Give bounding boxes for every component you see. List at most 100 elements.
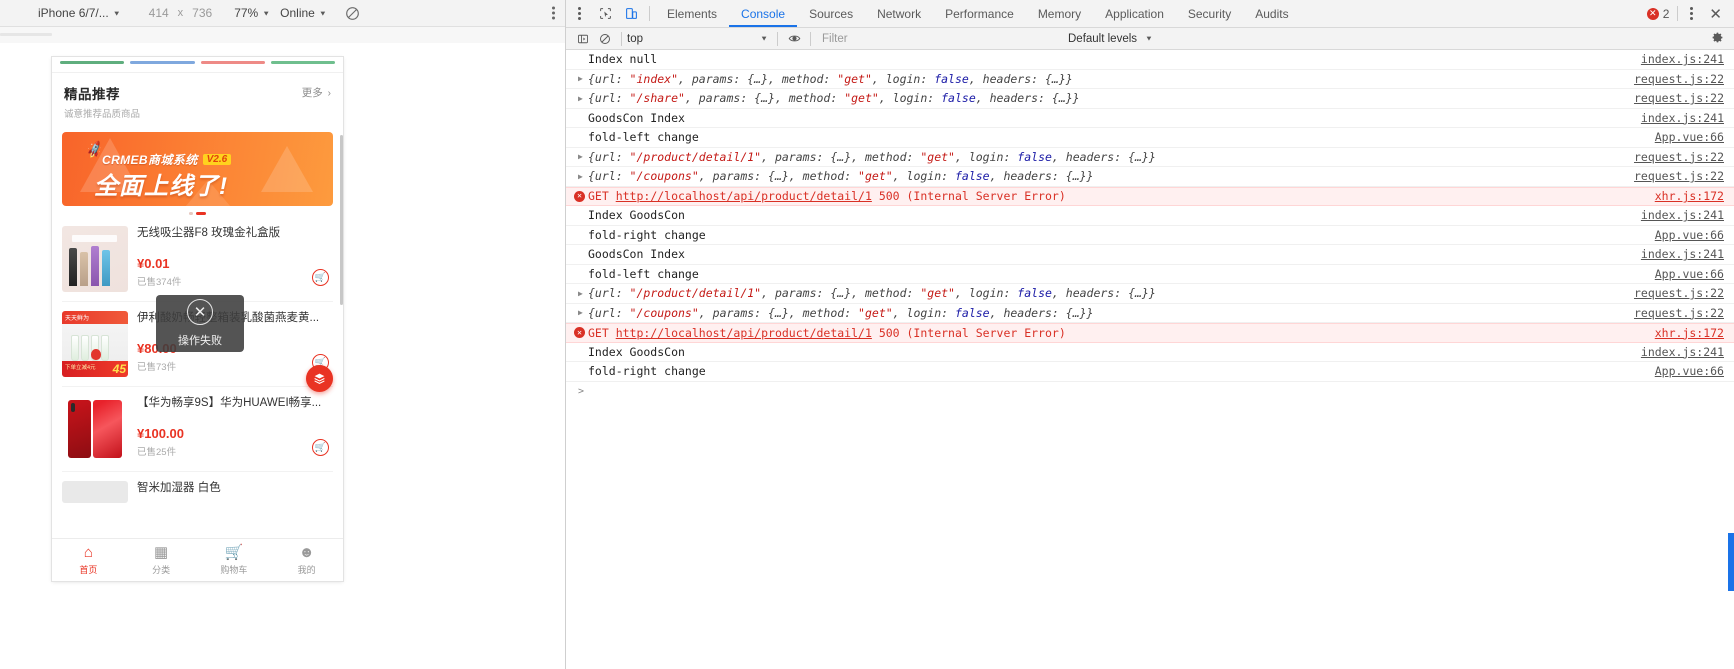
- tab-sources[interactable]: Sources: [797, 0, 865, 27]
- expand-arrow-icon[interactable]: ▶: [578, 289, 585, 298]
- error-count-badge[interactable]: ✕ 2: [1646, 7, 1669, 21]
- network-throttle-selector[interactable]: Online ▼: [280, 6, 327, 20]
- tab-elements[interactable]: Elements: [655, 0, 729, 27]
- source-link[interactable]: request.js:22: [1634, 306, 1734, 320]
- expand-arrow-icon[interactable]: ▶: [578, 74, 585, 83]
- viewport-height-input[interactable]: 736: [192, 6, 212, 20]
- source-link[interactable]: xhr.js:172: [1655, 189, 1734, 203]
- tab-performance[interactable]: Performance: [933, 0, 1026, 27]
- tab-cart[interactable]: 🛒 购物车: [198, 539, 271, 581]
- expand-arrow-icon[interactable]: ▶: [578, 94, 585, 103]
- carousel-dots[interactable]: [52, 206, 343, 217]
- table-row[interactable]: 无线吸尘器F8 玫瑰金礼盒版 ¥0.01 已售374件 🛒: [62, 217, 333, 302]
- tab-category[interactable]: ▦ 分类: [125, 539, 198, 581]
- no-throttling-icon[interactable]: [345, 6, 360, 21]
- toast-message: ✕ 操作失败: [156, 295, 244, 352]
- table-row[interactable]: 【华为畅享9S】华为HUAWEI畅享... ¥100.00 已售25件 🛒: [62, 387, 333, 472]
- console-log-row[interactable]: fold-right change App.vue:66: [566, 362, 1734, 382]
- source-link[interactable]: request.js:22: [1634, 286, 1734, 300]
- log-levels-selector[interactable]: Default levels ▼: [1068, 33, 1153, 45]
- source-link[interactable]: App.vue:66: [1655, 228, 1734, 242]
- devtools-main-menu-icon[interactable]: [566, 0, 592, 27]
- zoom-selector[interactable]: 77% ▼: [234, 6, 270, 20]
- console-log-row[interactable]: Index GoodsCon index.js:241: [566, 343, 1734, 362]
- console-log-row[interactable]: fold-left change App.vue:66: [566, 265, 1734, 284]
- expand-arrow-icon[interactable]: ▶: [578, 152, 585, 161]
- banner-headline: 全面上线了!: [94, 173, 228, 200]
- expand-arrow-icon[interactable]: ▶: [578, 172, 585, 181]
- clear-console-icon[interactable]: [594, 29, 616, 49]
- more-link[interactable]: 更多 ›: [302, 85, 331, 100]
- console-log-row[interactable]: fold-left change App.vue:66: [566, 128, 1734, 148]
- tab-home[interactable]: ⌂ 首页: [52, 539, 125, 581]
- tab-audits[interactable]: Audits: [1243, 0, 1300, 27]
- console-log-list[interactable]: Index null index.js:241 ▶ {url: "index", pa…: [566, 50, 1734, 669]
- console-log-row[interactable]: Index GoodsCon index.js:241: [566, 206, 1734, 226]
- source-link[interactable]: index.js:241: [1641, 247, 1734, 261]
- tab-profile-label: 我的: [297, 564, 316, 575]
- tab-network[interactable]: Network: [865, 0, 933, 27]
- execution-context-value: top: [627, 32, 643, 45]
- devtools-more-icon[interactable]: [1686, 7, 1697, 20]
- console-log-row[interactable]: ▶ {url: "/coupons", params: {…}, method: …: [566, 167, 1734, 187]
- tab-application[interactable]: Application: [1093, 0, 1176, 27]
- console-log-row[interactable]: Index null index.js:241: [566, 50, 1734, 70]
- table-row[interactable]: 智米加湿器 白色: [62, 472, 333, 512]
- console-log-row[interactable]: ▶ {url: "/product/detail/1", params: {…},…: [566, 284, 1734, 304]
- console-log-row[interactable]: GoodsCon Index index.js:241: [566, 109, 1734, 128]
- device-toolbar-icon[interactable]: [618, 0, 644, 27]
- source-link[interactable]: index.js:241: [1641, 111, 1734, 125]
- source-link[interactable]: index.js:241: [1641, 52, 1734, 66]
- device-selector[interactable]: iPhone 6/7/... ▼: [38, 6, 121, 20]
- console-log-row[interactable]: ▶ {url: "/share", params: {…}, method: "g…: [566, 89, 1734, 109]
- live-expression-icon[interactable]: [783, 29, 805, 49]
- promo-banner[interactable]: 🚀 CRMEB商城系统 V2.6 全面上线了!: [62, 132, 333, 206]
- tab-memory[interactable]: Memory: [1026, 0, 1093, 27]
- console-text-message: fold-left change: [588, 266, 699, 281]
- console-log-row[interactable]: ▶ {url: "/product/detail/1", params: {…},…: [566, 148, 1734, 167]
- source-link[interactable]: request.js:22: [1634, 150, 1734, 164]
- console-object-message: {url: "/coupons", params: {…}, method: "…: [588, 305, 1094, 320]
- console-sidebar-icon[interactable]: [572, 29, 594, 49]
- console-object-message: {url: "/product/detail/1", params: {…}, …: [588, 149, 1156, 164]
- devtools-panel: Elements Console Sources Network Perform…: [566, 0, 1734, 669]
- device-toolbar-menu-icon[interactable]: [552, 5, 555, 22]
- close-icon[interactable]: ✕: [1705, 5, 1726, 23]
- execution-context-selector[interactable]: top ▼: [627, 33, 772, 45]
- viewport-width-input[interactable]: 414: [149, 6, 169, 20]
- devtools-scrollbar[interactable]: [1728, 533, 1734, 591]
- source-link[interactable]: index.js:241: [1641, 208, 1734, 222]
- product-name: 无线吸尘器F8 玫瑰金礼盒版: [137, 227, 281, 239]
- floating-action-button[interactable]: [306, 365, 333, 392]
- console-log-row[interactable]: ▶ {url: "/coupons", params: {…}, method: …: [566, 304, 1734, 323]
- source-link[interactable]: xhr.js:172: [1655, 326, 1734, 340]
- console-error-row[interactable]: ✕▶GET http://localhost/api/product/detai…: [566, 186, 1734, 206]
- product-name: 智米加湿器 白色: [137, 482, 221, 494]
- source-link[interactable]: App.vue:66: [1655, 130, 1734, 144]
- tab-profile[interactable]: ☻ 我的: [270, 539, 343, 581]
- source-link[interactable]: App.vue:66: [1655, 364, 1734, 378]
- console-log-row[interactable]: fold-right change App.vue:66: [566, 226, 1734, 245]
- console-prompt[interactable]: >: [566, 382, 1734, 402]
- inspect-cursor-icon[interactable]: [592, 0, 618, 27]
- tab-security[interactable]: Security: [1176, 0, 1243, 27]
- viewport-scrollbar[interactable]: [340, 135, 343, 305]
- filter-input[interactable]: Filter: [816, 33, 1056, 45]
- source-link[interactable]: request.js:22: [1634, 72, 1734, 86]
- source-link[interactable]: request.js:22: [1634, 169, 1734, 183]
- expand-arrow-icon[interactable]: ▶: [578, 308, 585, 317]
- more-label: 更多: [301, 87, 323, 99]
- source-link[interactable]: App.vue:66: [1655, 267, 1734, 281]
- source-link[interactable]: index.js:241: [1641, 345, 1734, 359]
- console-log-row[interactable]: GoodsCon Index index.js:241: [566, 245, 1734, 265]
- add-to-cart-icon[interactable]: 🛒: [312, 439, 329, 456]
- console-error-row[interactable]: ✕▶GET http://localhost/api/product/detai…: [566, 323, 1734, 343]
- gear-icon[interactable]: [1711, 31, 1728, 47]
- error-url-link[interactable]: http://localhost/api/product/detail/1: [616, 189, 872, 203]
- console-log-row[interactable]: ▶ {url: "index", params: {…}, method: "ge…: [566, 70, 1734, 89]
- source-link[interactable]: request.js:22: [1634, 91, 1734, 105]
- error-url-link[interactable]: http://localhost/api/product/detail/1: [616, 326, 872, 340]
- add-to-cart-icon[interactable]: 🛒: [312, 269, 329, 286]
- tab-console[interactable]: Console: [729, 0, 797, 27]
- banner-version: V2.6: [202, 154, 232, 165]
